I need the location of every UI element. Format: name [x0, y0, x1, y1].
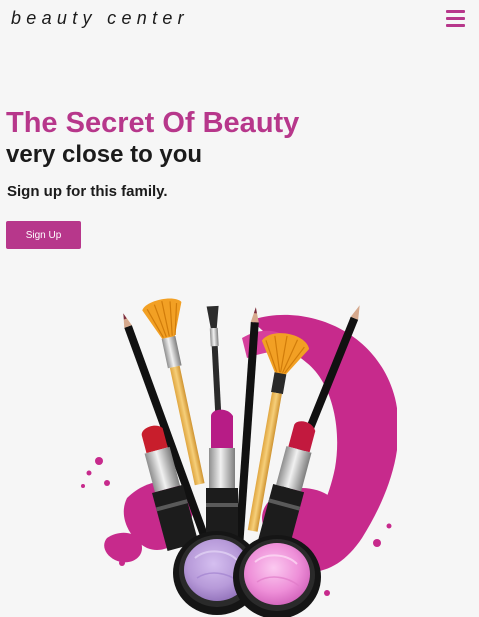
menu-bar	[446, 17, 465, 20]
hamburger-menu-icon[interactable]	[446, 10, 465, 27]
sign-up-button[interactable]: Sign Up	[6, 221, 81, 249]
hero-text: Sign up for this family.	[7, 183, 168, 200]
menu-bar	[446, 24, 465, 27]
hero-subtitle: very close to you	[6, 141, 203, 168]
hero-title: The Secret Of Beauty	[6, 107, 300, 139]
menu-bar	[446, 10, 465, 13]
brand-logo[interactable]: beauty center	[11, 8, 189, 29]
page: beauty center The Secret Of Beauty very …	[0, 0, 479, 617]
makeup-cosmetics-illustration	[81, 298, 397, 617]
